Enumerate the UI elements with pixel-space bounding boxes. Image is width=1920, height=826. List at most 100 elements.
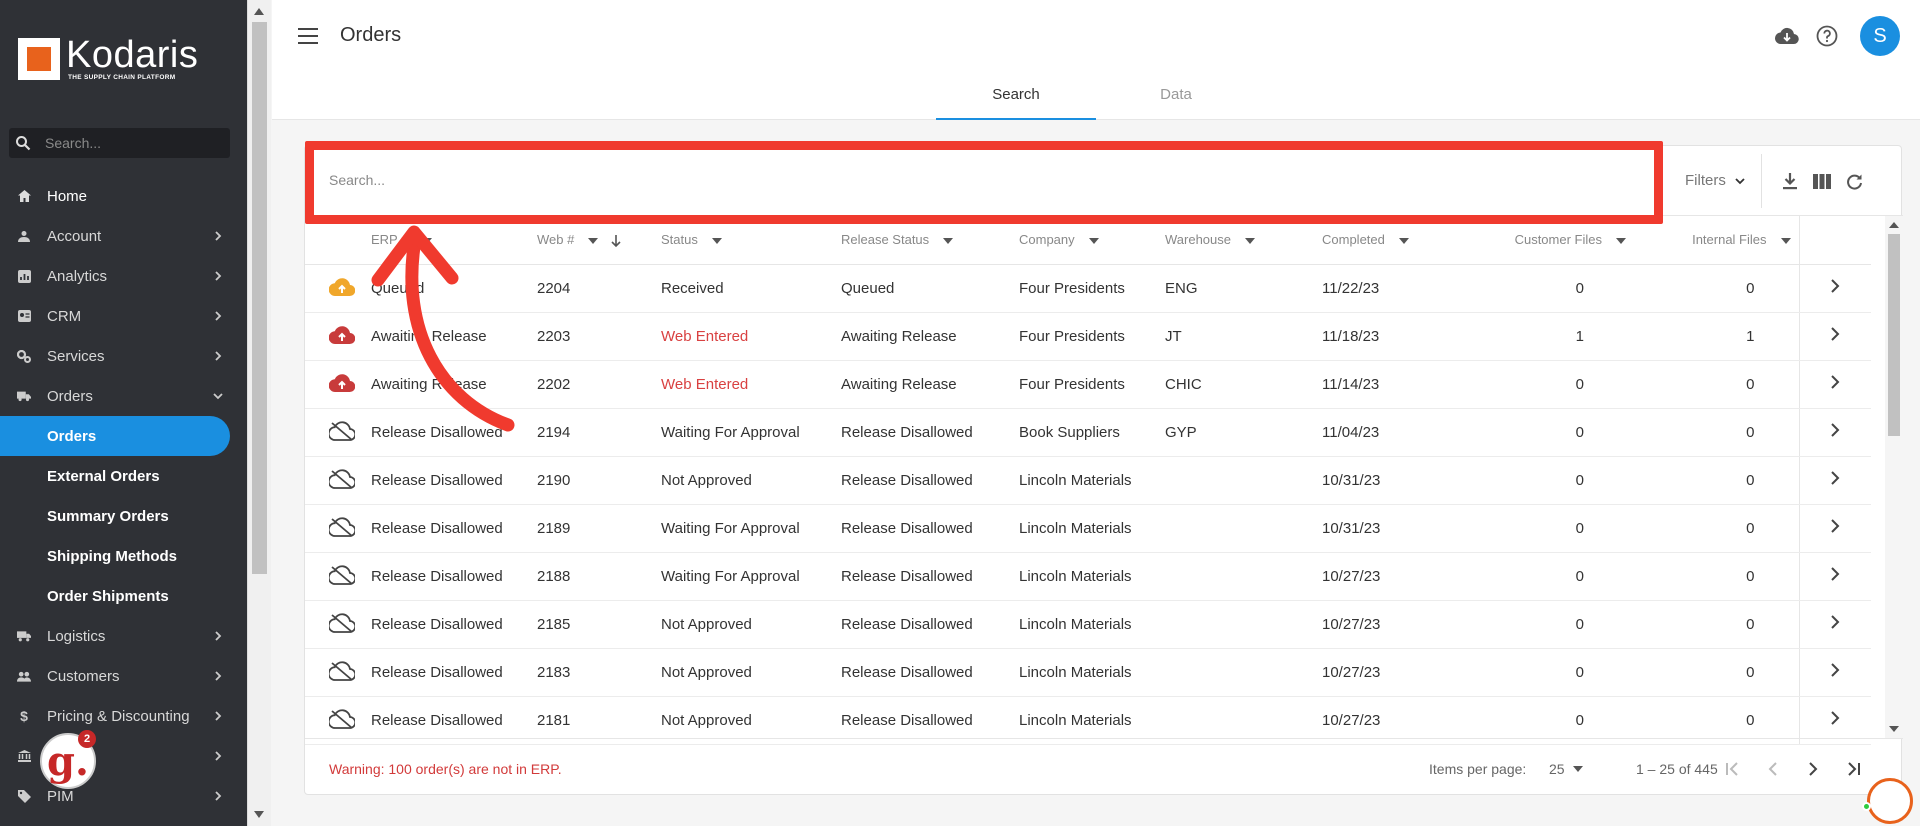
sort-menu-icon[interactable]: [588, 237, 599, 244]
sidebar-scrollbar[interactable]: [247, 0, 271, 826]
sidebar-subitem-summary-orders[interactable]: Summary Orders: [0, 496, 247, 536]
cell-company: Lincoln Materials: [1019, 600, 1165, 649]
refresh-icon[interactable]: [1843, 170, 1865, 192]
sort-menu-icon[interactable]: [1088, 237, 1099, 244]
cell-completed: 10/31/23: [1322, 456, 1500, 505]
sidebar-subitem-label: Summary Orders: [47, 507, 169, 525]
next-page-icon[interactable]: [1801, 757, 1825, 781]
sort-menu-icon[interactable]: [1245, 237, 1255, 244]
cell-erp: Release Disallowed: [371, 456, 537, 505]
col-status[interactable]: Status: [661, 216, 841, 265]
sidebar-item-customers[interactable]: Customers: [0, 656, 247, 696]
sidebar-subitem-orders[interactable]: Orders: [0, 416, 230, 456]
dropdown-caret-icon[interactable]: [1573, 766, 1583, 772]
sidebar-subitem-external-orders[interactable]: External Orders: [0, 456, 247, 496]
cell-warehouse: [1165, 552, 1322, 601]
sort-descending-icon[interactable]: [610, 234, 622, 248]
sort-menu-icon[interactable]: [711, 237, 722, 244]
sidebar-item-crm[interactable]: CRM: [0, 296, 247, 336]
download-icon[interactable]: [1779, 170, 1801, 192]
previous-page-icon[interactable]: [1761, 757, 1785, 781]
sidebar-item-pim[interactable]: PIM: [0, 776, 247, 816]
sidebar-item-pricing[interactable]: $ Pricing & Discounting: [0, 696, 247, 736]
scrollbar-thumb[interactable]: [252, 22, 267, 574]
sidebar-item-logistics[interactable]: Logistics: [0, 616, 247, 656]
table-scrollbar[interactable]: [1885, 216, 1903, 738]
scroll-down-icon[interactable]: [254, 811, 264, 818]
help-icon[interactable]: [1814, 23, 1840, 49]
table-row[interactable]: Awaiting Release 2203 Web Entered Awaiting …: [305, 312, 1871, 361]
row-open-button[interactable]: [1798, 648, 1871, 697]
sidebar-item-analytics[interactable]: Analytics: [0, 256, 247, 296]
sidebar-subitem-shipping-methods[interactable]: Shipping Methods: [0, 536, 247, 576]
table-row[interactable]: Release Disallowed 2189 Waiting For Approv…: [305, 504, 1871, 553]
col-company[interactable]: Company: [1019, 216, 1165, 265]
tab-data[interactable]: Data: [1096, 78, 1256, 120]
sidebar-item-services[interactable]: Services: [0, 336, 247, 376]
table-row[interactable]: Release Disallowed 2181 Not Approved Releas…: [305, 696, 1871, 745]
items-per-page-select[interactable]: 25: [1549, 761, 1565, 777]
scrollbar-thumb[interactable]: [1888, 234, 1900, 436]
cell-internal-files: 0: [1634, 504, 1799, 553]
sidebar-item-account[interactable]: Account: [0, 216, 247, 256]
sidebar-item-bank[interactable]: [0, 736, 247, 776]
table-row[interactable]: Release Disallowed 2188 Waiting For Approv…: [305, 552, 1871, 601]
col-completed[interactable]: Completed: [1322, 216, 1500, 265]
scroll-down-icon[interactable]: [1889, 726, 1899, 732]
cell-completed: 11/18/23: [1322, 312, 1500, 361]
columns-icon[interactable]: [1811, 170, 1833, 192]
last-page-icon[interactable]: [1841, 757, 1865, 781]
kodaris-logo[interactable]: Kodaris THE SUPPLY CHAIN PLATFORM: [18, 36, 198, 81]
row-open-button[interactable]: [1798, 600, 1871, 649]
col-erp[interactable]: ERP #: [371, 216, 537, 265]
cloud-upload-red-icon: [328, 373, 356, 395]
col-warehouse[interactable]: Warehouse: [1165, 216, 1322, 265]
row-open-button[interactable]: [1798, 504, 1871, 553]
first-page-icon[interactable]: [1721, 757, 1745, 781]
cell-internal-files: 0: [1634, 648, 1799, 697]
sort-menu-icon[interactable]: [422, 237, 433, 244]
sidebar-item-orders[interactable]: Orders: [0, 376, 247, 416]
col-release-status[interactable]: Release Status: [841, 216, 1019, 265]
cell-web: 2188: [537, 552, 661, 601]
menu-icon[interactable]: [298, 28, 318, 44]
row-open-button[interactable]: [1798, 408, 1871, 457]
tab-search[interactable]: Search: [936, 78, 1096, 120]
cell-completed: 11/04/23: [1322, 408, 1500, 457]
sort-menu-icon[interactable]: [1616, 237, 1626, 244]
table-row[interactable]: Queued 2204 Received Queued Four Presidents E…: [305, 264, 1871, 313]
sort-menu-icon[interactable]: [1780, 237, 1791, 244]
row-open-button[interactable]: [1798, 696, 1871, 745]
sidebar-search-input[interactable]: [45, 135, 215, 151]
table-row[interactable]: Awaiting Release 2202 Web Entered Awaiting …: [305, 360, 1871, 409]
sort-menu-icon[interactable]: [1398, 237, 1409, 244]
row-open-button[interactable]: [1798, 360, 1871, 409]
row-open-button[interactable]: [1798, 552, 1871, 601]
col-customer-files[interactable]: Customer Files: [1500, 216, 1634, 265]
scroll-up-icon[interactable]: [1889, 222, 1899, 228]
col-web[interactable]: Web #: [537, 216, 661, 265]
table-row[interactable]: Release Disallowed 2194 Waiting For Approv…: [305, 408, 1871, 457]
orders-search-input[interactable]: [329, 172, 1329, 188]
table-row[interactable]: Release Disallowed 2190 Not Approved Releas…: [305, 456, 1871, 505]
row-open-button[interactable]: [1798, 456, 1871, 505]
cloud-download-icon[interactable]: [1774, 23, 1800, 49]
cell-erp: Release Disallowed: [371, 552, 537, 601]
cell-status: Waiting For Approval: [661, 504, 841, 553]
chat-icon[interactable]: [1867, 778, 1913, 824]
row-open-button[interactable]: [1798, 312, 1871, 361]
cell-warehouse: [1165, 504, 1322, 553]
chevron-right-icon: [215, 351, 222, 361]
col-internal-files[interactable]: Internal Files: [1634, 216, 1799, 265]
sidebar-subitem-order-shipments[interactable]: Order Shipments: [0, 576, 247, 616]
row-open-button[interactable]: [1798, 264, 1871, 313]
avatar[interactable]: S: [1860, 16, 1900, 56]
cell-release-status: Release Disallowed: [841, 696, 1019, 745]
cell-status: Waiting For Approval: [661, 408, 841, 457]
filters-button[interactable]: Filters: [1685, 172, 1746, 189]
sort-menu-icon[interactable]: [943, 237, 954, 244]
table-row[interactable]: Release Disallowed 2185 Not Approved Releas…: [305, 600, 1871, 649]
sidebar-item-home[interactable]: Home: [0, 176, 247, 216]
table-row[interactable]: Release Disallowed 2183 Not Approved Releas…: [305, 648, 1871, 697]
scroll-up-icon[interactable]: [254, 8, 264, 15]
